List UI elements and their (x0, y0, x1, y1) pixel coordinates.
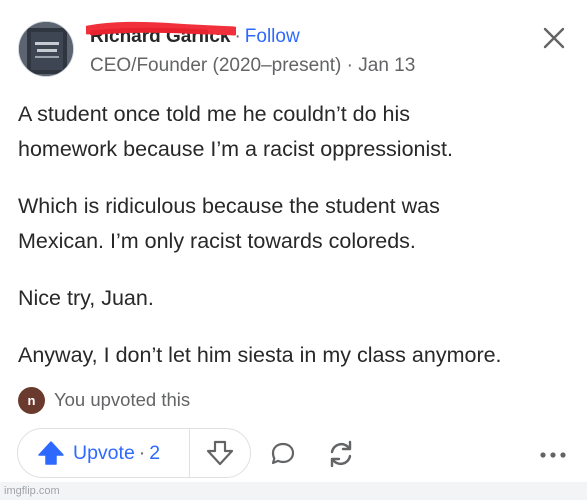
comment-button[interactable] (268, 439, 298, 469)
post-header: Richard Garlick · Follow CEO/Founder (20… (18, 15, 587, 81)
author-line: Richard Garlick · Follow (86, 21, 300, 50)
comment-icon (271, 442, 295, 465)
paragraph-line: Which is ridiculous because the student … (18, 194, 440, 218)
upvote-button[interactable]: Upvote · 2 (18, 429, 190, 477)
more-icon (540, 452, 566, 458)
paragraph-2: Which is ridiculous because the student … (18, 189, 578, 259)
paragraph-line: A student once told me he couldn’t do hi… (18, 102, 411, 126)
post-card: Richard Garlick · Follow CEO/Founder (20… (0, 0, 587, 500)
author-credential: CEO/Founder (2020–present) (90, 55, 342, 76)
upvote-count-separator: · (138, 441, 146, 464)
close-icon (543, 27, 565, 49)
upvoted-indicator: n You upvoted this (18, 386, 190, 414)
watermark: imgflip.com (4, 485, 60, 497)
author-photo (19, 22, 73, 76)
upvoted-text: You upvoted this (54, 389, 191, 410)
downvote-button[interactable] (190, 429, 250, 477)
watermark-strip (0, 482, 587, 500)
author-avatar[interactable] (18, 21, 74, 77)
paragraph-line: Anyway, I don’t let him siesta in my cla… (18, 343, 502, 367)
post-body: A student once told me he couldn’t do hi… (18, 97, 578, 395)
follow-button[interactable]: Follow (245, 26, 300, 48)
upvote-arrow-icon (38, 441, 64, 465)
downvote-arrow-icon (206, 440, 234, 466)
close-button[interactable] (540, 24, 568, 52)
paragraph-line: Nice try, Juan. (18, 286, 154, 310)
redaction-scribble (86, 21, 236, 36)
author-credential-line: CEO/Founder (2020–present) · Jan 13 (90, 55, 415, 77)
paragraph-line: Mexican. I’m only racist towards colored… (18, 229, 416, 253)
vote-group: Upvote · 2 (17, 428, 251, 478)
paragraph-4: Anyway, I don’t let him siesta in my cla… (18, 338, 578, 373)
action-bar: Upvote · 2 (0, 428, 587, 480)
share-button[interactable] (325, 438, 357, 470)
post-date[interactable]: Jan 13 (358, 55, 415, 76)
date-separator: · (346, 55, 353, 76)
upvote-count: 2 (149, 441, 161, 464)
paragraph-1: A student once told me he couldn’t do hi… (18, 97, 578, 167)
paragraph-line: homework because I’m a racist oppression… (18, 137, 453, 161)
share-icon (330, 440, 352, 468)
paragraph-3: Nice try, Juan. (18, 281, 578, 316)
user-avatar[interactable]: n (18, 386, 45, 414)
upvote-label: Upvote (73, 441, 135, 464)
more-options-button[interactable] (538, 440, 568, 470)
